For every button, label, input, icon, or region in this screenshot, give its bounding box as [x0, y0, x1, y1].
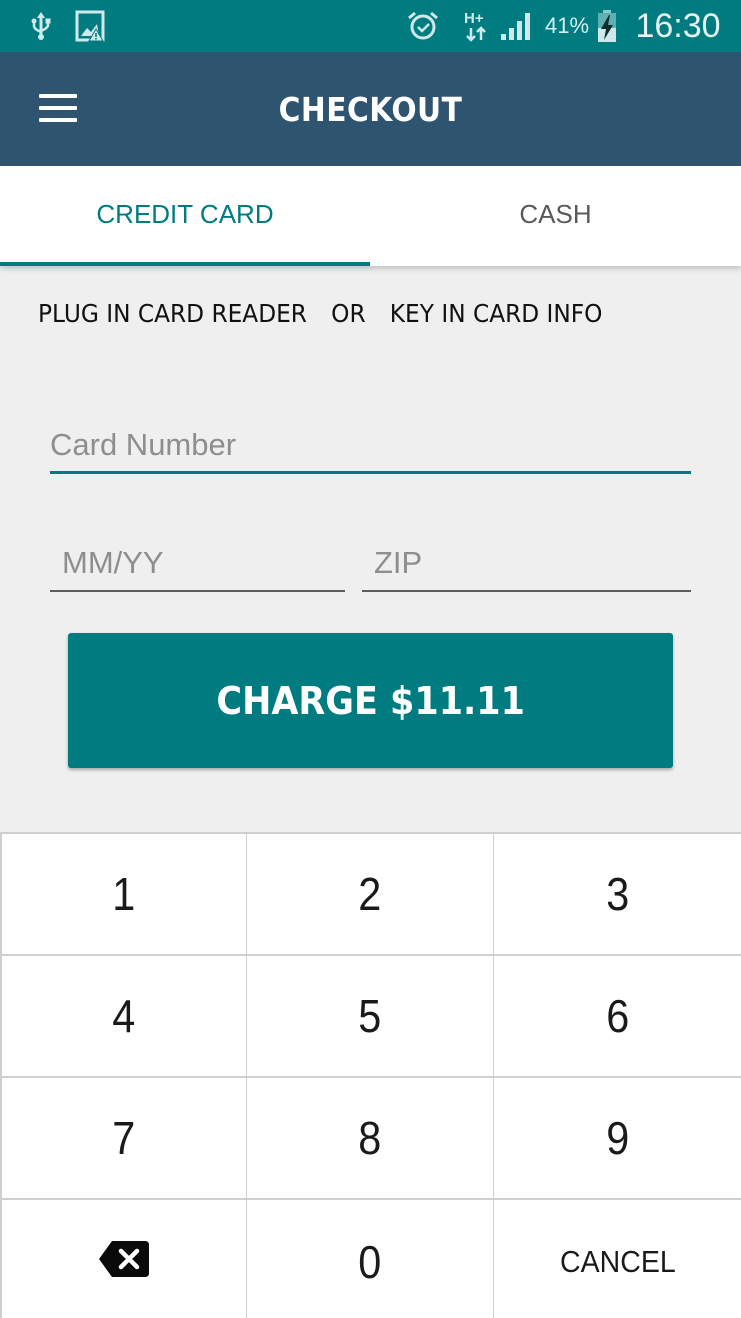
app-header: CHECKOUT [0, 52, 741, 166]
expiry-field [50, 540, 345, 592]
tab-credit-card[interactable]: CREDIT CARD [0, 166, 370, 266]
key-2[interactable]: 2 [247, 834, 493, 954]
card-number-input[interactable] [50, 422, 691, 471]
hplus-data-icon: H+ [460, 0, 492, 52]
key-label: 3 [605, 868, 630, 920]
instruction-plug-in: PLUG IN CARD READER [38, 298, 307, 328]
image-warning-icon [74, 0, 106, 52]
tab-active-indicator [0, 262, 370, 266]
key-label: 7 [112, 1112, 136, 1164]
payment-tabs: CREDIT CARD CASH [0, 166, 741, 266]
key-label: 2 [358, 868, 382, 920]
key-6[interactable]: 6 [494, 956, 741, 1076]
key-7[interactable]: 7 [2, 1078, 246, 1198]
key-5[interactable]: 5 [247, 956, 493, 1076]
key-label: 4 [112, 990, 136, 1042]
key-label: 6 [605, 990, 630, 1042]
charge-button[interactable]: CHARGE $11.11 [68, 633, 673, 768]
key-label: 5 [358, 990, 382, 1042]
key-label: 8 [358, 1112, 382, 1164]
numeric-keypad: 1 2 3 4 5 6 7 8 9 0 CANCEL [0, 832, 741, 1318]
usb-icon [28, 0, 54, 52]
tab-label: CREDIT CARD [96, 198, 274, 229]
expiry-input[interactable] [50, 540, 345, 590]
charge-button-label: CHARGE $11.11 [216, 678, 525, 723]
key-backspace[interactable] [2, 1200, 246, 1318]
instruction-key-in: KEY IN CARD INFO [389, 298, 603, 328]
svg-text:H+: H+ [464, 10, 484, 27]
alarm-icon [404, 0, 442, 52]
key-3[interactable]: 3 [494, 834, 741, 954]
key-9[interactable]: 9 [494, 1078, 741, 1198]
zip-input[interactable] [362, 540, 691, 590]
battery-percent: 41% [544, 13, 590, 38]
key-4[interactable]: 4 [2, 956, 246, 1076]
signal-icon [498, 0, 534, 52]
key-0[interactable]: 0 [247, 1200, 493, 1318]
key-1[interactable]: 1 [2, 834, 246, 954]
tab-cash[interactable]: CASH [370, 166, 741, 266]
status-bar: H+ 41% 16:30 [0, 0, 741, 52]
card-instruction: PLUG IN CARD READER OR KEY IN CARD INFO [38, 294, 602, 332]
backspace-icon [98, 1235, 150, 1289]
cancel-label: CANCEL [559, 1243, 676, 1279]
key-8[interactable]: 8 [247, 1078, 493, 1198]
clock-time: 16:30 [635, 6, 721, 45]
key-label: 0 [358, 1235, 382, 1288]
page-title: CHECKOUT [278, 89, 463, 129]
battery-charging-icon [594, 0, 620, 52]
instruction-or: OR [331, 298, 366, 328]
key-label: 9 [605, 1112, 630, 1164]
zip-field [362, 540, 691, 592]
key-label: 1 [112, 868, 136, 920]
cancel-button[interactable]: CANCEL [494, 1200, 741, 1318]
card-number-field [50, 422, 691, 474]
tab-label: CASH [519, 198, 592, 229]
